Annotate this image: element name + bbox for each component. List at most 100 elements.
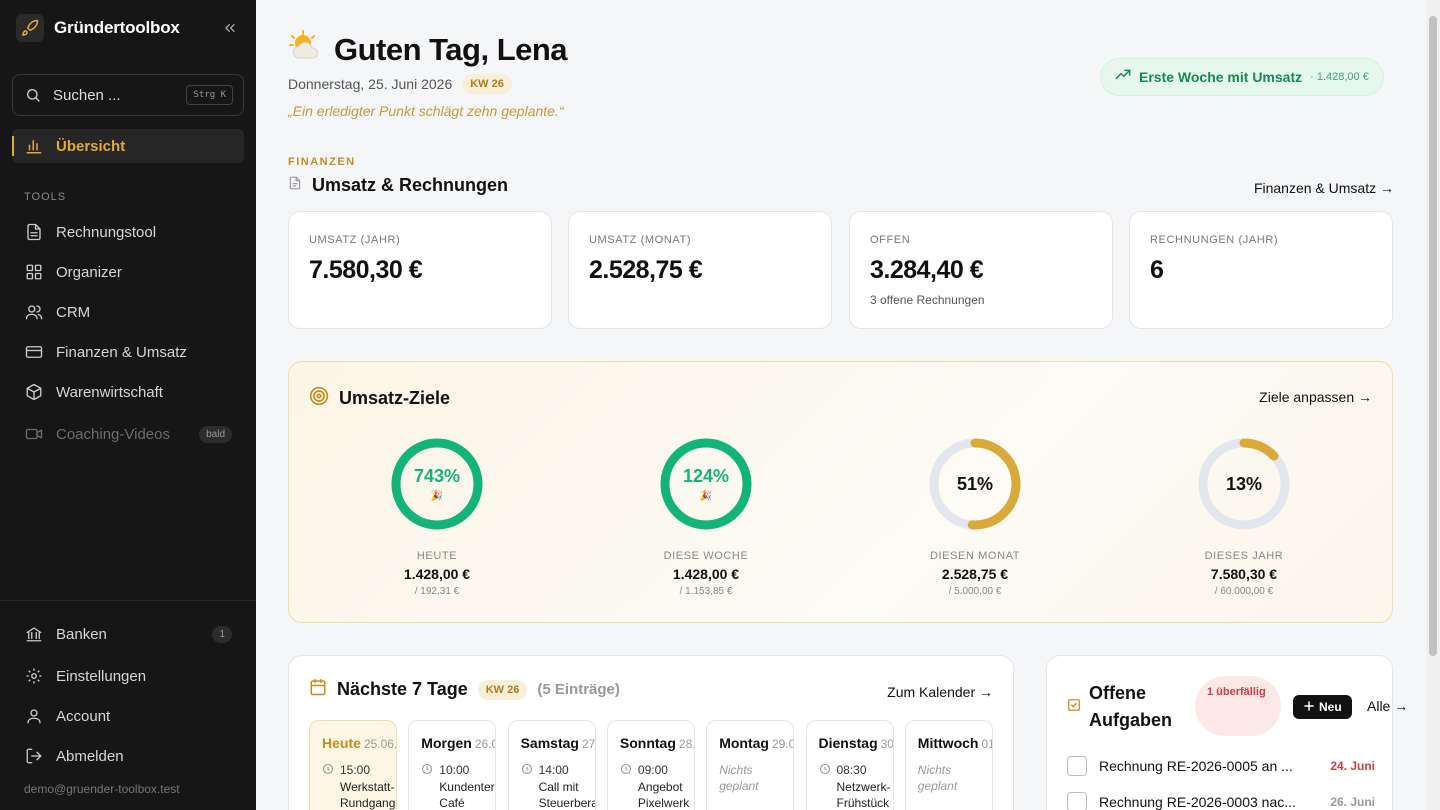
finance-link[interactable]: Finanzen & Umsatz → — [1254, 180, 1394, 196]
collapse-sidebar-icon[interactable] — [220, 18, 240, 38]
all-tasks-link[interactable]: Alle → — [1367, 698, 1408, 714]
sidebar-item-overview[interactable]: Übersicht — [12, 129, 244, 163]
goal-center: 13% — [1194, 434, 1294, 534]
search-shortcut: Strg K — [186, 85, 233, 105]
clock-icon — [421, 763, 433, 778]
day-header: Sonntag28.06. — [619, 735, 694, 751]
sidebar-item-logout[interactable]: Abmelden — [12, 739, 244, 773]
brand[interactable]: Gründertoolbox — [16, 14, 180, 42]
day-date: 25.06. — [363, 737, 397, 751]
kpi-value: 2.528,75 € — [589, 256, 703, 284]
task-checkbox[interactable] — [1067, 792, 1087, 810]
sidebar-item-label: Banken — [56, 625, 107, 643]
event-item[interactable]: 09:00 — [620, 763, 682, 778]
brand-name: Gründertoolbox — [54, 18, 180, 37]
entries-count: (5 Einträge) — [537, 681, 620, 698]
kpi-card-open[interactable]: OFFEN 3.284,40 € 3 offene Rechnungen — [849, 211, 1113, 329]
task-row[interactable]: Rechnung RE-2026-0005 an ... 24. Juni — [1067, 756, 1375, 776]
day-header: Samstag27.06. — [521, 735, 595, 751]
task-checkbox[interactable] — [1067, 756, 1087, 776]
goal-label: DIESEN MONAT — [929, 550, 1021, 562]
sidebar-item-coaching[interactable]: Coaching-Videos bald — [12, 417, 244, 451]
day-column[interactable]: Dienstag30.06. 08:30 Netzwerk-Frühstück — [805, 720, 894, 810]
goal-percent: 13% — [1225, 473, 1263, 494]
calendar-icon — [309, 678, 327, 701]
sidebar-item-settings[interactable]: Einstellungen — [12, 659, 244, 693]
clock-icon — [620, 763, 632, 778]
main-content: Guten Tag, Lena Donnerstag, 25. Juni 202… — [256, 0, 1426, 810]
package-icon — [24, 382, 44, 402]
week-title-text: Nächste 7 Tage — [337, 679, 468, 699]
goal-month: 51% DIESEN MONAT 2.528,75 € / 5.000,00 € — [875, 434, 1075, 597]
party-icon: 🎉 — [430, 491, 444, 502]
bar-chart-icon — [24, 136, 44, 156]
day-date: 01.07. — [981, 737, 991, 751]
kpi-card-revenue-month[interactable]: UMSATZ (MONAT) 2.528,75 € — [568, 211, 832, 329]
day-column[interactable]: Mittwoch01.07. Nichts geplant — [904, 720, 993, 810]
event-time: 08:30 — [836, 763, 867, 777]
day-date: 29.06. — [771, 737, 793, 751]
event-title: Netzwerk-Frühstück — [836, 780, 891, 810]
sidebar-item-crm[interactable]: CRM — [12, 295, 244, 329]
bank-icon — [24, 624, 44, 644]
goal-target: / 60.000,00 € — [1214, 586, 1274, 597]
week-badge: KW 26 — [462, 74, 512, 94]
scrollbar[interactable] — [1426, 0, 1440, 810]
kpi-card-revenue-year[interactable]: UMSATZ (JAHR) 7.580,30 € — [288, 211, 552, 329]
week-title: Nächste 7 Tage KW 26 (5 Einträge) — [309, 678, 620, 701]
day-name: Montag — [719, 735, 769, 751]
search-button[interactable]: Suchen ... Strg K — [12, 74, 244, 116]
event-item[interactable]: 14:00 — [521, 763, 583, 778]
day-column[interactable]: Heute 25.06. 15:00 Werkstatt-Rundgang — [309, 720, 397, 810]
sidebar-item-finance[interactable]: Finanzen & Umsatz — [12, 335, 244, 369]
day-column[interactable]: Sonntag28.06. 09:00 Angebot Pixelwerk — [606, 720, 695, 810]
day-name: Dienstag — [818, 735, 878, 751]
day-name: Sonntag — [619, 735, 676, 751]
day-column[interactable]: Montag29.06. Nichts geplant — [706, 720, 795, 810]
plus-icon — [1303, 700, 1315, 715]
document-icon — [288, 175, 302, 196]
kpi-value: 6 — [1150, 256, 1164, 284]
current-date: Donnerstag, 25. Juni 2026 — [288, 76, 453, 92]
sidebar-item-account[interactable]: Account — [12, 699, 244, 733]
kpi-sub: 3 offene Rechnungen — [870, 293, 985, 307]
task-due: 26. Juni — [1330, 795, 1375, 809]
overdue-badge[interactable]: 1 überfällig — [1195, 676, 1281, 736]
event-item[interactable]: 15:00 — [322, 763, 384, 778]
sidebar-item-label: Warenwirtschaft — [56, 383, 163, 401]
user-icon — [24, 706, 44, 726]
new-task-button[interactable]: Neu — [1293, 695, 1352, 719]
goals-title: Umsatz-Ziele — [309, 386, 450, 411]
sidebar-item-inventory[interactable]: Warenwirtschaft — [12, 375, 244, 409]
goal-percent: 51% — [956, 473, 994, 494]
target-icon — [309, 386, 329, 411]
event-title: Angebot Pixelwerk — [637, 780, 690, 810]
event-item[interactable]: 10:00 — [421, 763, 483, 778]
sidebar-item-organizer[interactable]: Organizer — [12, 255, 244, 289]
day-header: Montag29.06. — [719, 735, 793, 751]
rocket-icon — [16, 14, 44, 42]
kpi-label: UMSATZ (MONAT) — [589, 234, 692, 246]
day-name: Mittwoch — [917, 735, 979, 751]
streak-badge[interactable]: Erste Woche mit Umsatz · 1.428,00 € — [1100, 58, 1384, 96]
day-header: Dienstag30.06. — [818, 735, 893, 751]
goal-label: DIESE WOCHE — [663, 550, 749, 562]
sidebar-item-banks[interactable]: Banken 1 — [12, 617, 244, 651]
day-header: Morgen26.06. — [421, 735, 495, 751]
sidebar-item-invoices[interactable]: Rechnungstool — [12, 215, 244, 249]
kpi-label: RECHNUNGEN (JAHR) — [1150, 234, 1279, 246]
goal-percent: 124% — [682, 466, 730, 486]
kpi-value: 7.580,30 € — [309, 256, 423, 284]
kpi-card-invoices-year[interactable]: RECHNUNGEN (JAHR) 6 — [1129, 211, 1393, 329]
scrollbar-thumb[interactable] — [1429, 16, 1437, 656]
day-column[interactable]: Samstag27.06. 14:00 Call mit Steuerberater — [507, 720, 596, 810]
day-column[interactable]: Morgen26.06. 10:00 Kundentermin Café — [408, 720, 497, 810]
task-row[interactable]: Rechnung RE-2026-0003 nac... 26. Juni — [1067, 792, 1375, 810]
calendar-link[interactable]: Zum Kalender → — [887, 684, 993, 700]
trending-up-icon — [1115, 67, 1131, 88]
event-item[interactable]: 08:30 — [819, 763, 881, 778]
adjust-goals-link[interactable]: Ziele anpassen → — [1259, 389, 1372, 405]
search-placeholder: Suchen ... — [53, 86, 121, 104]
greeting: Guten Tag, Lena — [288, 30, 568, 69]
grid-icon — [24, 262, 44, 282]
